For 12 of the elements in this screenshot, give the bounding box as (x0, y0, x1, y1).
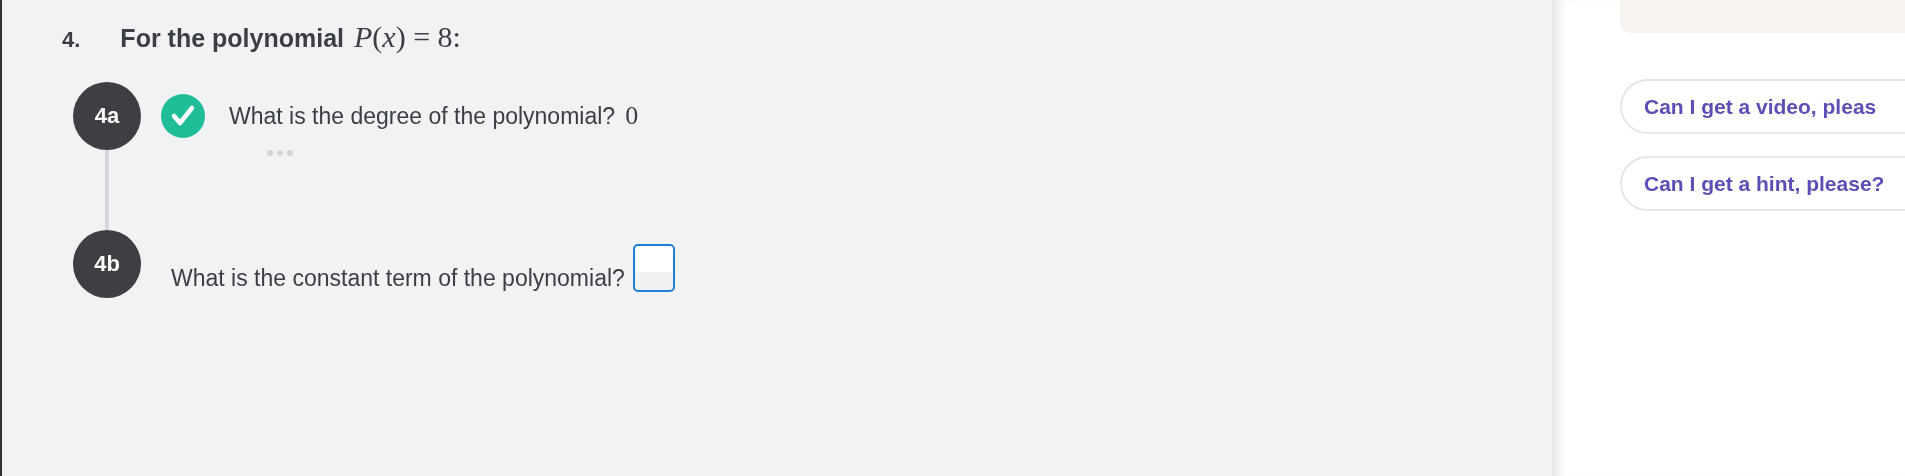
question-text: What is the constant term of the polynomial? (171, 265, 625, 292)
question-prompt: For the polynomial (120, 24, 344, 53)
suggestion-button[interactable]: Can I get a video, pleas (1620, 79, 1905, 134)
answer-field[interactable] (632, 244, 675, 292)
part-label: 4b (73, 230, 141, 298)
part-label: 4a (73, 82, 141, 150)
question-text: What is the degree of the polynomial? (229, 102, 616, 130)
question-number: 4. (62, 27, 81, 53)
ellipsis-icon (267, 150, 293, 156)
answer-value: 0 (625, 101, 639, 131)
formula: P(x) = 8: (354, 20, 461, 54)
suggestion-button[interactable]: Can I get a hint, please? (1620, 156, 1905, 211)
